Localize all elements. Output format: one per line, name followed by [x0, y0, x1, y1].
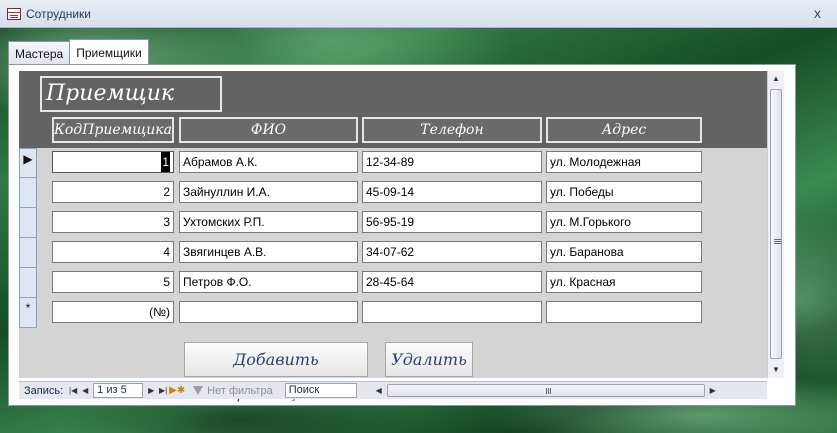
field-address-new[interactable] [546, 301, 702, 323]
field-address[interactable]: ул. М.Горького [546, 211, 702, 233]
form-icon [7, 7, 21, 20]
vertical-scrollbar[interactable]: ▲ ▼ [767, 71, 784, 378]
field-id[interactable]: 1 [52, 151, 174, 173]
record-label: Запись: [24, 384, 64, 397]
field-id[interactable]: 4 [52, 241, 174, 263]
first-record-icon[interactable]: |◀ [67, 386, 79, 395]
field-fio[interactable]: Звягинцев А.В. [179, 241, 358, 263]
field-fio[interactable]: Ухтомских Р.П. [179, 211, 358, 233]
field-id-new[interactable]: (№) [52, 301, 174, 323]
tab-priemshchiki[interactable]: Приемщики [69, 39, 149, 65]
column-header-fio: ФИО [179, 117, 358, 143]
record-selector-current[interactable]: ▶ [19, 148, 37, 178]
filter-icon [193, 386, 204, 395]
field-phone[interactable]: 12-34-89 [362, 151, 542, 173]
scroll-thumb[interactable] [386, 384, 705, 397]
field-phone[interactable]: 56-95-19 [362, 211, 542, 233]
record-position-input[interactable]: 1 из 5 [93, 383, 144, 398]
tab-mastera[interactable]: Мастера [8, 41, 71, 65]
field-fio[interactable]: Зайнуллин И.А. [179, 181, 358, 203]
column-header-id: КодПриемщика [52, 117, 174, 143]
field-fio[interactable]: Петров Ф.О. [179, 271, 358, 293]
scroll-up-icon[interactable]: ▲ [768, 71, 784, 87]
field-address[interactable]: ул. Баранова [546, 241, 702, 263]
window-title: Сотрудники [26, 6, 91, 21]
field-fio[interactable]: Абрамов А.К. [179, 151, 358, 173]
field-address[interactable]: ул. Победы [546, 181, 702, 203]
field-address[interactable]: ул. Красная [546, 271, 702, 293]
field-address[interactable]: ул. Молодежная [546, 151, 702, 173]
record-selector-new[interactable]: * [19, 298, 37, 328]
field-phone[interactable]: 45-09-14 [362, 181, 542, 203]
record-navigation-bar: Запись: |◀ ◀ 1 из 5 ▶ ▶| ▶✱ Нет фильтра … [19, 381, 767, 399]
scroll-right-icon[interactable]: ▶ [707, 383, 719, 398]
field-phone[interactable]: 28-45-64 [362, 271, 542, 293]
column-header-phone: Телефон [362, 117, 542, 143]
scroll-thumb[interactable] [770, 89, 782, 359]
next-record-icon[interactable]: ▶ [145, 386, 157, 395]
record-selector[interactable] [19, 238, 37, 268]
scroll-left-icon[interactable]: ◀ [373, 383, 385, 398]
field-id[interactable]: 2 [52, 181, 174, 203]
form-title: Приемщик [40, 76, 222, 112]
subform-priemshchik: Приемщик КодПриемщика ФИО Телефон Адрес … [19, 71, 767, 402]
record-selector[interactable] [19, 268, 37, 298]
field-id[interactable]: 5 [52, 271, 174, 293]
column-header-address: Адрес [546, 117, 702, 143]
new-record-icon[interactable]: ▶✱ [169, 385, 185, 396]
field-fio-new[interactable] [179, 301, 358, 323]
filter-label: Нет фильтра [207, 384, 273, 397]
form-header: Приемщик КодПриемщика ФИО Телефон Адрес [19, 71, 767, 148]
close-icon[interactable]: x [814, 5, 821, 21]
field-id[interactable]: 3 [52, 211, 174, 233]
record-selector[interactable] [19, 208, 37, 238]
search-input[interactable]: Поиск [284, 383, 357, 398]
record-selector[interactable] [19, 178, 37, 208]
field-phone-new[interactable] [362, 301, 542, 323]
add-receiver-button[interactable]: Добавить приемщика [184, 342, 368, 402]
filter-toggle[interactable]: Нет фильтра [193, 385, 273, 397]
tab-strip: Мастера Приемщики [8, 39, 149, 65]
horizontal-scrollbar[interactable]: ◀ ▶ [373, 383, 719, 398]
previous-record-icon[interactable]: ◀ [79, 386, 91, 395]
scroll-down-icon[interactable]: ▼ [768, 362, 784, 378]
window-titlebar: Сотрудники x [0, 0, 837, 28]
field-phone[interactable]: 34-07-62 [362, 241, 542, 263]
delete-button[interactable]: Удалить [385, 342, 473, 377]
last-record-icon[interactable]: ▶| [157, 386, 169, 395]
